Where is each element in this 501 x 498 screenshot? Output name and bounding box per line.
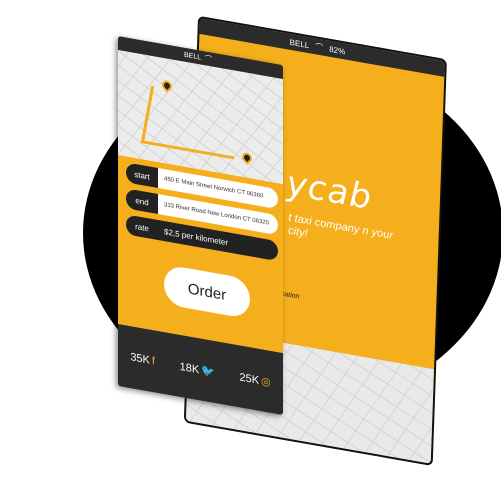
app-logo: ycab (286, 163, 373, 219)
order-button[interactable]: Order (164, 264, 250, 320)
start-label: start (126, 162, 158, 189)
dribbble-icon: ◎ (261, 374, 271, 389)
twitter-count[interactable]: 18K 🐦 (180, 359, 215, 378)
rate-label: rate (126, 214, 158, 241)
end-label: end (126, 188, 158, 215)
facebook-count-label: 35K (130, 351, 150, 367)
carrier-label: BELL (289, 37, 310, 50)
route-line (140, 85, 245, 160)
end-pin-icon (239, 150, 255, 165)
carrier-label: BELL (184, 51, 202, 62)
dribbble-count-label: 25K (239, 370, 260, 387)
twitter-icon: 🐦 (201, 364, 215, 379)
wifi-icon: ⌒ (315, 41, 324, 53)
facebook-icon: f (151, 354, 155, 368)
dribbble-count[interactable]: 25K ◎ (239, 370, 270, 388)
facebook-count[interactable]: 35K f (130, 351, 155, 367)
wifi-icon: ⌒ (205, 55, 213, 64)
front-phone-screen: BELL ⌒ start 450 E Main Street Norwich C… (118, 36, 283, 416)
twitter-count-label: 18K (179, 360, 200, 376)
battery-label: 82% (329, 44, 346, 56)
tagline: t taxi company n your city! (287, 211, 394, 242)
